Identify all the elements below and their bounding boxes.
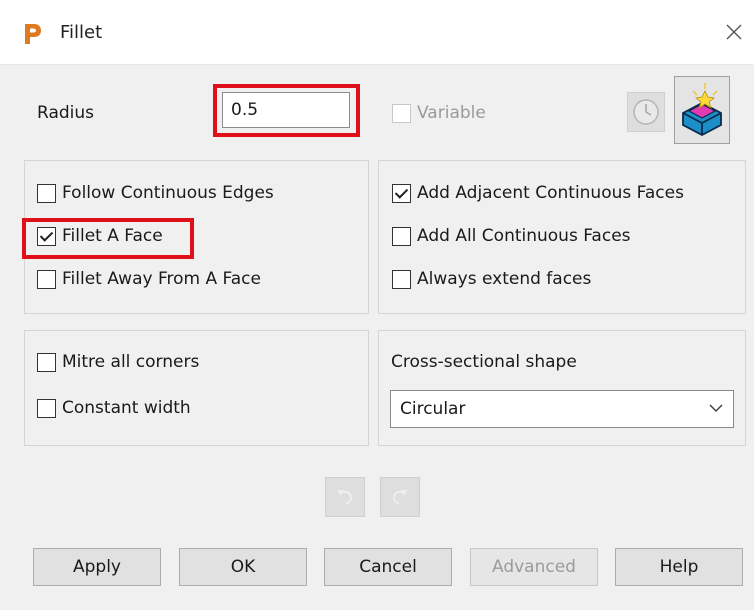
window-title: Fillet (60, 22, 103, 43)
radius-input[interactable] (222, 92, 350, 128)
add-adjacent-continuous-faces-checkbox[interactable]: Add Adjacent Continuous Faces (392, 183, 684, 203)
variable-checkbox-box[interactable] (392, 103, 411, 123)
advanced-button[interactable]: Advanced (470, 548, 598, 586)
cancel-button[interactable]: Cancel (324, 548, 452, 586)
always-extend-faces-box[interactable] (392, 269, 411, 289)
corners-group (24, 330, 369, 446)
constant-width-box[interactable] (37, 398, 56, 418)
fillet-a-face-box[interactable] (37, 226, 56, 246)
cross-section-group (378, 330, 746, 446)
add-all-continuous-faces-checkbox[interactable]: Add All Continuous Faces (392, 226, 631, 246)
add-adjacent-continuous-faces-box[interactable] (392, 183, 411, 203)
undo-button[interactable] (325, 477, 365, 517)
apply-button[interactable]: Apply (33, 548, 161, 586)
fillet-away-from-a-face-box[interactable] (37, 269, 56, 289)
mitre-all-corners-label: Mitre all corners (62, 352, 200, 372)
fillet-a-face-checkbox[interactable]: Fillet A Face (37, 226, 163, 246)
clock-icon (633, 99, 659, 125)
variable-label: Variable (417, 103, 486, 123)
undo-icon (337, 490, 353, 504)
cross-sectional-shape-label: Cross-sectional shape (391, 352, 577, 372)
constant-width-checkbox[interactable]: Constant width (37, 398, 191, 418)
solid-fillet-icon (682, 83, 722, 137)
close-icon[interactable] (722, 20, 746, 44)
fillet-away-from-a-face-label: Fillet Away From A Face (62, 269, 261, 289)
redo-button[interactable] (380, 477, 420, 517)
history-button[interactable] (627, 92, 665, 132)
help-button[interactable]: Help (615, 548, 743, 586)
follow-continuous-edges-checkbox[interactable]: Follow Continuous Edges (37, 183, 274, 203)
follow-continuous-edges-box[interactable] (37, 183, 56, 203)
powershape-icon (22, 22, 44, 46)
variable-checkbox[interactable]: Variable (392, 103, 486, 123)
redo-icon (392, 490, 408, 504)
cross-sectional-shape-select[interactable]: Circular (390, 390, 734, 428)
preview-button[interactable] (674, 76, 730, 144)
add-all-continuous-faces-box[interactable] (392, 226, 411, 246)
title-bar (0, 0, 754, 65)
always-extend-faces-checkbox[interactable]: Always extend faces (392, 269, 591, 289)
cross-sectional-shape-value: Circular (400, 399, 466, 419)
chevron-down-icon (709, 404, 723, 413)
add-all-continuous-faces-label: Add All Continuous Faces (417, 226, 631, 246)
radius-label: Radius (37, 103, 95, 123)
mitre-all-corners-box[interactable] (37, 352, 56, 372)
add-adjacent-continuous-faces-label: Add Adjacent Continuous Faces (417, 183, 684, 203)
always-extend-faces-label: Always extend faces (417, 269, 592, 289)
mitre-all-corners-checkbox[interactable]: Mitre all corners (37, 352, 199, 372)
fillet-away-from-a-face-checkbox[interactable]: Fillet Away From A Face (37, 269, 261, 289)
constant-width-label: Constant width (62, 398, 191, 418)
fillet-a-face-label: Fillet A Face (62, 226, 163, 246)
follow-continuous-edges-label: Follow Continuous Edges (62, 183, 274, 203)
ok-button[interactable]: OK (179, 548, 307, 586)
